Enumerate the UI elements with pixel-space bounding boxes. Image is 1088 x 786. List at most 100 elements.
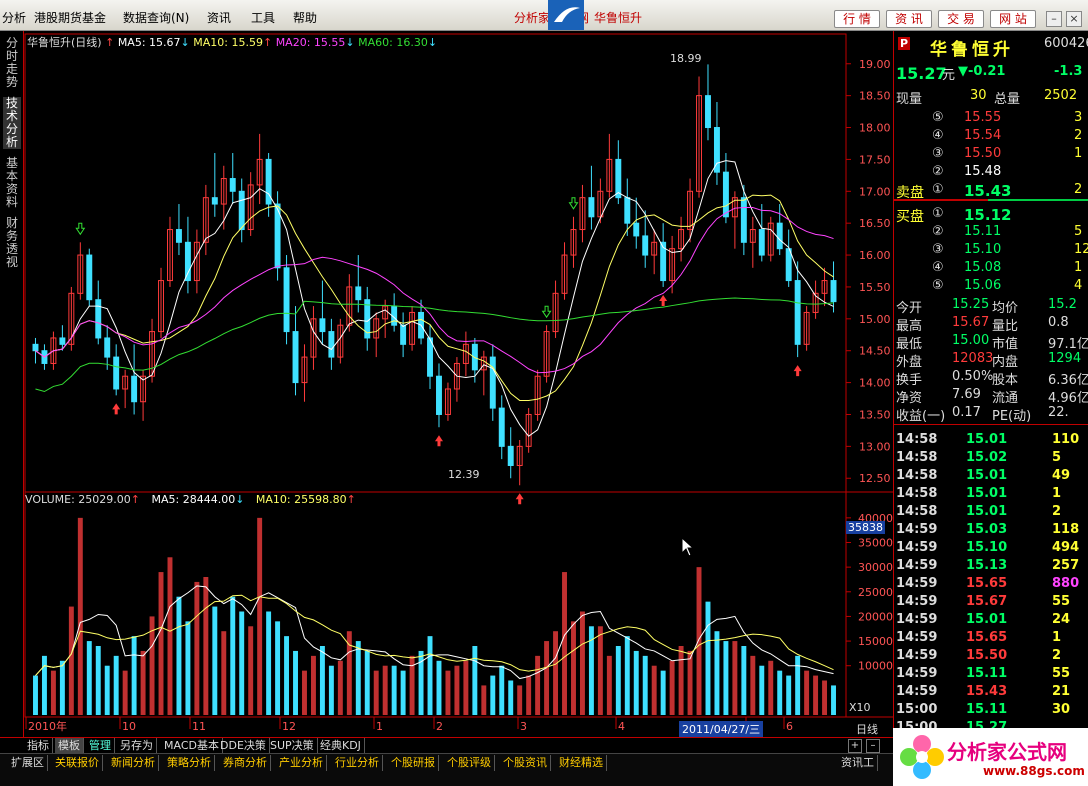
- tab-stock-news[interactable]: 个股资讯: [500, 755, 551, 771]
- menu-tools[interactable]: 工具: [251, 9, 275, 26]
- tab-rating[interactable]: 个股评级: [444, 755, 495, 771]
- tab-industry[interactable]: 行业分析: [332, 755, 383, 771]
- stat-label: 收益(一): [896, 409, 946, 424]
- time-axis-label: 10: [122, 720, 136, 733]
- tick-price: 15.13: [966, 558, 1008, 573]
- zoom-in-icon[interactable]: –: [866, 739, 880, 753]
- menu-help[interactable]: 帮助: [293, 9, 317, 26]
- time-axis-label: 3: [520, 720, 527, 733]
- tab-dde[interactable]: DDE决策: [217, 738, 270, 754]
- tab-news-analysis[interactable]: 新闻分析: [108, 755, 159, 771]
- volume-bar: [553, 631, 559, 715]
- stock-period-label: 华鲁恒升(日线): [27, 36, 102, 49]
- sell-order-row: 卖盘 ① 15.43 2: [894, 181, 1088, 201]
- period-label[interactable]: 日线: [856, 721, 878, 737]
- chart-frame: [24, 33, 847, 718]
- ma5-line: [35, 160, 834, 437]
- price-axis-label: 12.50: [859, 472, 891, 485]
- volume-bar: [795, 655, 801, 715]
- trade-button[interactable]: 交 易: [938, 10, 984, 28]
- candle-body: [355, 286, 362, 301]
- volume-bar: [248, 626, 254, 715]
- tab-macd[interactable]: MACD基本: [161, 738, 223, 754]
- tick-time: 14:58: [896, 450, 938, 465]
- candle-body: [642, 235, 649, 256]
- stat-value-2: 15.2: [1048, 297, 1077, 312]
- tab-research[interactable]: 个股研报: [388, 755, 439, 771]
- tick-time: 14:58: [896, 468, 938, 483]
- tab-save-as[interactable]: 另存为: [117, 738, 157, 754]
- volume-bar: [705, 601, 711, 715]
- now-volume: 30: [970, 88, 987, 103]
- volume-bar: [95, 646, 101, 715]
- website-button[interactable]: 网 站: [990, 10, 1036, 28]
- volume-row: 现量 30 总量 2502: [894, 87, 1088, 107]
- tick-price: 15.65: [966, 630, 1008, 645]
- tab-kdj[interactable]: 经典KDJ: [317, 738, 365, 754]
- candle-body: [86, 254, 93, 301]
- stat-row: 今开 15.25 均价 15.2: [894, 296, 1088, 316]
- time-axis-label: 2: [436, 720, 443, 733]
- volume-bar: [131, 636, 137, 715]
- volume-bar: [831, 685, 836, 715]
- tab-broker[interactable]: 券商分析: [220, 755, 271, 771]
- news-button[interactable]: 资 讯: [886, 10, 932, 28]
- tick-price: 15.11: [966, 666, 1008, 681]
- candle-body: [283, 267, 290, 333]
- menu-data-query[interactable]: 数据查询(N): [123, 9, 189, 26]
- volume-bar: [481, 685, 487, 715]
- volume-bar: [310, 655, 316, 715]
- indicator-tab-bar: 指标 模板 管理 另存为 MACD基本 DDE决策 SUP决策 经典KDJ + …: [0, 737, 893, 754]
- tab-extension[interactable]: 扩展区: [8, 755, 48, 771]
- ma10-line: [35, 194, 834, 401]
- stat-value: 12083: [952, 351, 994, 366]
- menu-news[interactable]: 资讯: [207, 9, 231, 26]
- candle-body: [785, 248, 792, 282]
- volume-bar: [293, 650, 298, 715]
- tick-volume: 2: [1052, 504, 1062, 519]
- tick-time: 14:58: [896, 432, 938, 447]
- tab-sup[interactable]: SUP决策: [267, 738, 318, 754]
- candle-body: [830, 280, 837, 303]
- volume-ma5-line: [35, 585, 834, 680]
- tab-strategy[interactable]: 策略分析: [164, 755, 215, 771]
- stat-value: 15.67: [952, 315, 990, 330]
- price-axis-label: 14.00: [859, 377, 891, 390]
- price-axis-label: 15.00: [859, 313, 891, 326]
- tick-time: 14:58: [896, 486, 938, 501]
- tab-info-tools[interactable]: 资讯工: [838, 755, 878, 771]
- close-icon[interactable]: ×: [1066, 11, 1082, 27]
- tick-volume: 21: [1052, 684, 1071, 699]
- quote-button[interactable]: 行 情: [834, 10, 880, 28]
- menu-analysis[interactable]: 分析: [2, 9, 26, 26]
- buy-level: ③: [932, 242, 944, 257]
- price-axis-label: 16.00: [859, 249, 891, 262]
- tick-row: 15:00 15.11 30: [894, 701, 1088, 719]
- price-axis-label: 13.50: [859, 408, 891, 421]
- tab-templates[interactable]: 模板: [55, 738, 84, 754]
- sell-price: 15.54: [964, 128, 1002, 143]
- candle-body: [32, 343, 39, 352]
- candle-body: [175, 229, 182, 243]
- price-axis-label: 19.00: [859, 58, 891, 71]
- volume-bar: [140, 650, 146, 715]
- volume-ma10-line: [35, 594, 834, 676]
- volume-bar: [176, 596, 182, 715]
- tab-manage[interactable]: 管理: [86, 738, 115, 754]
- tab-industry-chain[interactable]: 产业分析: [276, 755, 327, 771]
- volume-legend: VOLUME: 25029.00↑ MA5: 28444.00↓ MA10: 2…: [25, 493, 356, 506]
- menu-hk-futures[interactable]: 港股期货基金: [34, 9, 106, 26]
- volume-bar: [400, 670, 406, 715]
- price-axis-label: 17.50: [859, 153, 891, 166]
- buy-signal-icon: [793, 365, 802, 377]
- candle-body: [59, 337, 66, 345]
- volume-bar: [167, 557, 173, 715]
- tab-indicators[interactable]: 指标: [24, 738, 53, 754]
- tab-related-quotes[interactable]: 关联报价: [52, 755, 103, 771]
- kline-chart[interactable]: 19.00 18.50 18.00 17.50 17.00 16.50 16.00 15.50…: [0, 31, 893, 737]
- tab-finance-picks[interactable]: 财经精选: [556, 755, 607, 771]
- stat-value: 15.00: [952, 333, 990, 348]
- minimize-icon[interactable]: –: [1046, 11, 1062, 27]
- volume-bar: [741, 646, 747, 715]
- zoom-out-icon[interactable]: +: [848, 739, 862, 753]
